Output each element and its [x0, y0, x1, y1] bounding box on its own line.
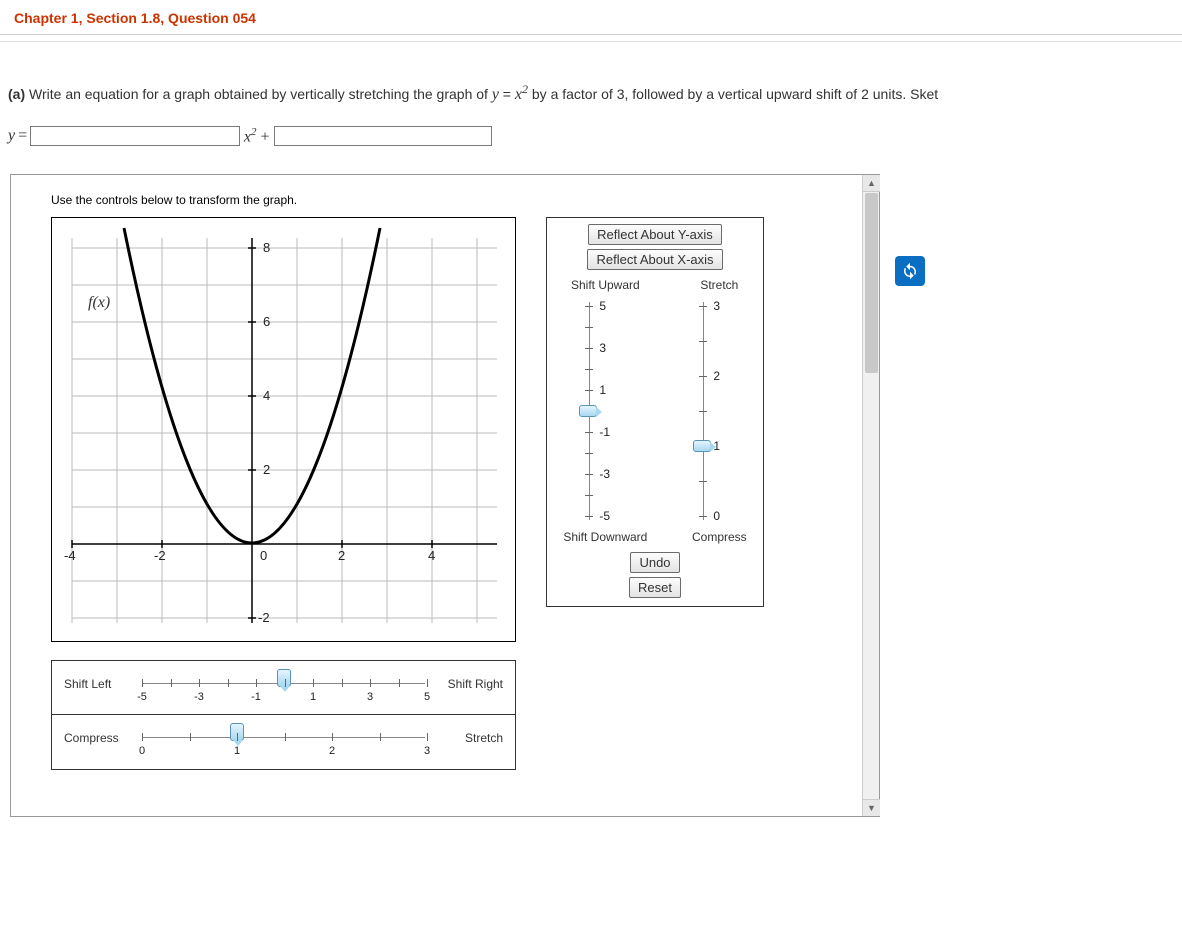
scroll-up-button[interactable]: ▲ — [863, 175, 880, 192]
divider — [0, 41, 1182, 42]
vertical-stretch-slider[interactable]: 3 2 1 0 — [695, 296, 743, 526]
refresh-button[interactable] — [895, 256, 925, 286]
reflect-x-button[interactable]: Reflect About X-axis — [587, 249, 722, 270]
question-text: (a) Write an equation for a graph obtain… — [0, 82, 1182, 104]
reflect-y-button[interactable]: Reflect About Y-axis — [588, 224, 722, 245]
graph-svg — [52, 218, 517, 643]
shift-upward-label: Shift Upward — [563, 278, 647, 292]
page-title: Chapter 1, Section 1.8, Question 054 — [0, 0, 1182, 35]
refresh-icon — [901, 262, 919, 280]
compress-h-label: Compress — [64, 731, 119, 745]
shift-right-label: Shift Right — [448, 677, 503, 691]
compress-label: Compress — [692, 530, 747, 544]
instruction-text: Use the controls below to transform the … — [51, 193, 842, 207]
part-label: (a) — [8, 86, 25, 102]
stretch-h-label: Stretch — [465, 731, 503, 745]
coefficient-input[interactable] — [30, 126, 240, 146]
answer-lhs: y — [8, 127, 15, 145]
horizontal-shift-row: Shift Left Shift Right -5-3-1135 — [52, 661, 515, 715]
scroll-down-button[interactable]: ▼ — [863, 799, 880, 816]
middle-expression: x2 + — [244, 126, 270, 146]
constant-input[interactable] — [274, 126, 492, 146]
horizontal-sliders: Shift Left Shift Right -5-3-1135 Compres… — [51, 660, 516, 770]
scrollbar[interactable]: ▲ ▼ — [862, 175, 879, 816]
stretch-label: Stretch — [692, 278, 747, 292]
scroll-thumb[interactable] — [865, 193, 878, 373]
shift-slider-thumb[interactable] — [579, 405, 597, 417]
undo-button[interactable]: Undo — [630, 552, 679, 573]
stretch-slider-thumb[interactable] — [693, 440, 711, 452]
graph-canvas: f(x) 8 6 4 2 0 -2 -4 -2 2 4 — [51, 217, 516, 642]
answer-row: y = x2 + — [0, 126, 1182, 146]
shift-downward-label: Shift Downward — [563, 530, 647, 544]
horizontal-stretch-row: Compress Stretch 0123 — [52, 715, 515, 769]
transform-controls: Reflect About Y-axis Reflect About X-axi… — [546, 217, 764, 607]
horizontal-stretch-slider[interactable] — [142, 737, 425, 738]
reset-button[interactable]: Reset — [629, 577, 681, 598]
fx-label: f(x) — [88, 294, 110, 312]
vertical-shift-slider[interactable]: 5 3 1 -1 -3 -5 — [581, 296, 629, 526]
shift-left-label: Shift Left — [64, 677, 111, 691]
graph-panel: ▲ ▼ Use the controls below to transform … — [10, 174, 880, 817]
